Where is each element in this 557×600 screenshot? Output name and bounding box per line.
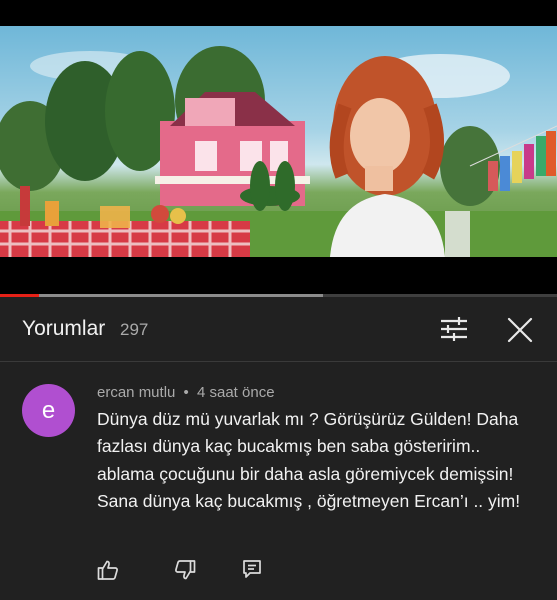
reply-button[interactable] [242, 559, 262, 582]
dislike-button[interactable] [174, 559, 196, 584]
reply-comment-icon [243, 560, 261, 578]
comments-count: 297 [120, 320, 149, 339]
video-letterbox [0, 257, 557, 294]
comment-timestamp: 4 saat önce [196, 384, 275, 401]
status-bar-area [0, 0, 557, 26]
video-frame-thumbnail [0, 46, 557, 257]
thumbs-up-icon [97, 560, 118, 580]
sliders-icon [441, 317, 467, 341]
meta-separator: • [183, 384, 189, 401]
like-button[interactable] [97, 559, 119, 584]
comment-meta: ercan mutlu • 4 saat önce [97, 384, 279, 401]
comment-author[interactable]: ercan mutlu [97, 384, 175, 401]
avatar[interactable]: e [22, 384, 75, 437]
comments-header: Yorumlar 297 [0, 297, 557, 362]
thumbs-down-icon [175, 560, 196, 580]
close-icon [507, 317, 533, 343]
comments-title: Yorumlar [22, 317, 106, 340]
comment-item: e ercan mutlu • 4 saat önce Dünya düz mü… [0, 362, 557, 600]
avatar-letter: e [41, 396, 56, 424]
sort-filter-button[interactable] [440, 316, 468, 345]
comment-text: Dünya düz mü yuvarlak mı ? Görüşürüz Gül… [97, 409, 521, 511]
close-button[interactable] [507, 317, 533, 346]
video-player[interactable] [0, 26, 557, 257]
